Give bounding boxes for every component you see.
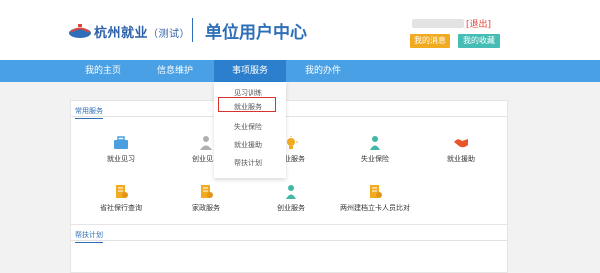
service-label: 就业见习 [107, 155, 135, 163]
document-icon [370, 185, 382, 198]
nav-item-cases[interactable]: 我的办件 [292, 60, 354, 82]
person-icon [200, 136, 212, 150]
document-icon [201, 185, 213, 198]
nav-item-home[interactable]: 我的主页 [72, 60, 134, 82]
service-jiazheng[interactable]: 家政服务 [166, 185, 246, 215]
site-logo[interactable]: 杭州就业（测试） [68, 20, 191, 41]
service-shiye-baoxian[interactable]: 失业保险 [335, 136, 415, 166]
service-label: 两州建档立卡人员比对 [340, 204, 410, 212]
service-label: 创业服务 [277, 204, 305, 212]
page-title: 单位用户中心 [205, 23, 307, 43]
service-jiuye-jianxi[interactable]: 就业见习 [81, 136, 161, 166]
service-label: 就业援助 [447, 155, 475, 163]
panel-title: 常用服务 [75, 106, 103, 119]
nav-item-info[interactable]: 信息维护 [144, 60, 206, 82]
briefcase-icon [114, 136, 128, 149]
service-label: 失业保险 [361, 155, 389, 163]
dropdown-item-yuanzhu[interactable]: 就业援助 [234, 140, 262, 150]
services-dropdown-menu: 见习训练 就业服务 失业保险 就业援助 帮扶计划 [214, 82, 286, 178]
person-icon [370, 136, 380, 150]
panel-divider [71, 116, 507, 117]
panel-divider [71, 240, 507, 241]
common-services-panel: 常用服务 就业见习 创业见习 就业服务 失业保险 就业援助 省社保行查询 家政服… [70, 100, 508, 226]
my-messages-button[interactable]: 我的消息 [410, 34, 450, 48]
logo-text: 杭州就业（测试） [94, 26, 191, 41]
service-label: 省社保行查询 [100, 204, 142, 212]
service-chuangye-fuwu[interactable]: 创业服务 [251, 185, 331, 215]
service-jiandang-bidui[interactable]: 两州建档立卡人员比对 [335, 185, 415, 215]
logout-link[interactable]: [退出] [466, 17, 491, 30]
person-icon [286, 185, 296, 199]
dropdown-item-bangfu[interactable]: 帮扶计划 [234, 158, 262, 168]
header: 杭州就业（测试） 单位用户中心 [退出] 我的消息 我的收藏 [0, 0, 600, 60]
dropdown-item-shiye[interactable]: 失业保险 [234, 122, 262, 132]
nav-item-services[interactable]: 事项服务 [214, 60, 286, 82]
assistance-plan-panel: 帮扶计划 [70, 224, 508, 273]
handshake-icon [454, 139, 468, 148]
document-icon [116, 185, 128, 198]
main-nav: 我的主页 信息维护 事项服务 我的办件 [0, 60, 600, 82]
logo-mark-icon [69, 24, 91, 38]
service-shebao-query[interactable]: 省社保行查询 [81, 185, 161, 215]
service-jiuye-yuanzhu[interactable]: 就业援助 [421, 136, 501, 166]
my-favorites-button[interactable]: 我的收藏 [458, 34, 500, 48]
header-divider [192, 18, 193, 42]
service-label: 家政服务 [192, 204, 220, 212]
dropdown-item-jiuye-fuwu[interactable]: 就业服务 [234, 102, 262, 112]
panel-title: 帮扶计划 [75, 230, 103, 243]
user-name-redacted [412, 19, 464, 28]
